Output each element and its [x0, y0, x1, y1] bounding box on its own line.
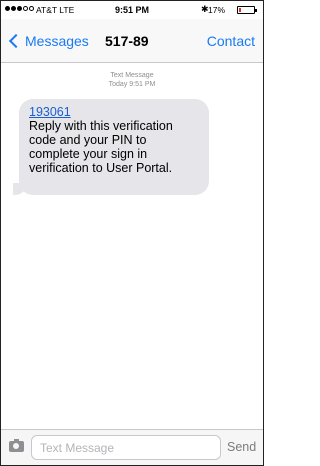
status-bar: AT&T LTE 9:51 PM ✱ 17%: [1, 1, 263, 19]
contact-button[interactable]: Contact: [207, 33, 255, 49]
navigation-bar: Messages 517-89 Contact: [1, 19, 263, 63]
phone-screen: AT&T LTE 9:51 PM ✱ 17% Messages 517-89 C…: [0, 0, 264, 466]
thread-timestamp: Text Message Today 9:51 PM: [1, 71, 263, 89]
message-date: Today 9:51 PM: [108, 81, 156, 88]
message-type-label: Text Message: [110, 72, 154, 79]
conversation-title: 517-89: [105, 33, 149, 49]
back-button[interactable]: Messages: [7, 33, 89, 49]
chevron-left-icon: [8, 33, 24, 49]
message-input-bar: Send: [1, 429, 263, 465]
message-input[interactable]: [31, 435, 221, 460]
battery-percent: 17%: [208, 5, 226, 15]
back-button-label: Messages: [25, 33, 89, 49]
verification-code-link[interactable]: 193061: [29, 105, 199, 119]
battery-icon: [237, 6, 257, 14]
send-button[interactable]: Send: [227, 440, 256, 454]
battery-fill: [239, 8, 241, 12]
camera-icon[interactable]: [9, 439, 24, 452]
message-body: Reply with this verification code and yo…: [29, 119, 173, 175]
incoming-message-bubble[interactable]: 193061 Reply with this verification code…: [19, 99, 209, 195]
